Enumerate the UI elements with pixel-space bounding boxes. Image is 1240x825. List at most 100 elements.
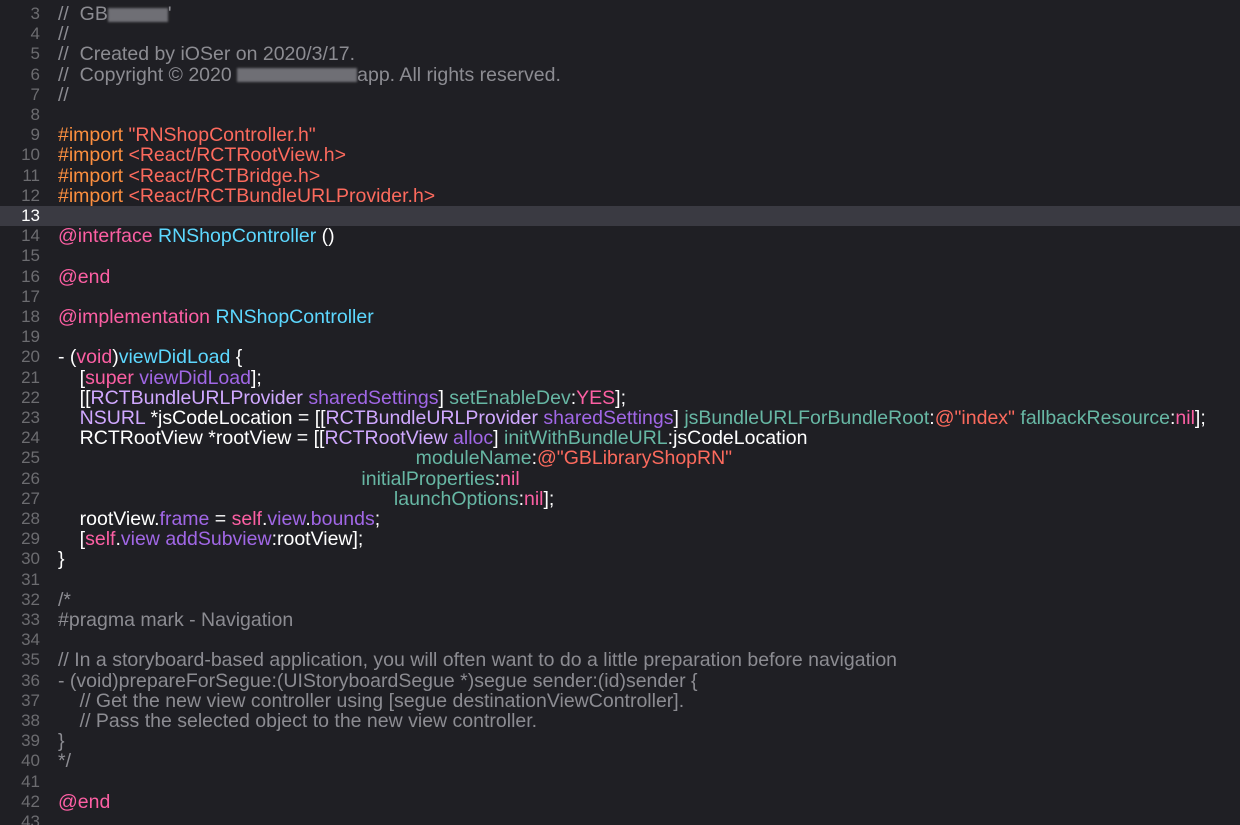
code-token: // Get the new view controller using [se…: [58, 689, 685, 712]
code-line-41[interactable]: 41: [0, 772, 1240, 792]
code-line-10[interactable]: 10 #import <React/RCTRootView.h>: [0, 145, 1240, 165]
code-text: #pragma mark - Navigation: [58, 610, 293, 630]
code-line-3[interactable]: 3 // GB ': [0, 4, 1240, 24]
line-number: 16: [21, 266, 40, 286]
code-line-9[interactable]: 9 #import "RNShopController.h": [0, 125, 1240, 145]
code-text: moduleName:@"GBLibraryShopRN": [58, 447, 733, 470]
code-token: #import: [58, 124, 129, 147]
code-line-17[interactable]: 17: [0, 287, 1240, 307]
code-token: [[: [58, 386, 91, 409]
code-line-27[interactable]: 27 launchOptions:nil];: [0, 489, 1240, 509]
code-line-6[interactable]: 6 // Copyright © 2020 app. All rights res…: [0, 65, 1240, 85]
code-line-37[interactable]: 37 // Get the new view controller using …: [0, 691, 1240, 711]
code-line-33[interactable]: 33 #pragma mark - Navigation: [0, 610, 1240, 630]
code-text: - (void)viewDidLoad {: [58, 347, 242, 367]
code-line-28[interactable]: 28 rootView.frame = self.view.bounds;: [0, 509, 1240, 529]
code-line-34[interactable]: 34: [0, 630, 1240, 650]
code-token: RNShopController: [215, 306, 374, 328]
code-token: self: [231, 508, 262, 530]
code-token: ;: [374, 508, 381, 530]
code-token: void: [76, 346, 113, 369]
line-number: 13: [21, 206, 40, 225]
code-text: */: [58, 751, 71, 771]
code-line-12[interactable]: 12 #import <React/RCTBundleURLProvider.h>: [0, 186, 1240, 206]
code-line-29[interactable]: 29 [self.view addSubview:rootView];: [0, 529, 1240, 549]
code-line-16[interactable]: 16 @end: [0, 267, 1240, 287]
code-line-23[interactable]: 23 NSURL *jsCodeLocation = [[RCTBundleUR…: [0, 408, 1240, 428]
line-number: 10: [21, 145, 40, 165]
code-line-8[interactable]: 8: [0, 105, 1240, 125]
code-line-32[interactable]: 32 /*: [0, 590, 1240, 610]
code-line-31[interactable]: 31: [0, 570, 1240, 590]
code-line-30[interactable]: 30}: [0, 549, 1240, 569]
line-number: 19: [21, 327, 40, 347]
code-line-25[interactable]: 25 moduleName:@"GBLibraryShopRN": [0, 448, 1240, 468]
code-line-20[interactable]: 20 - (void)viewDidLoad {: [0, 347, 1240, 367]
code-line-7[interactable]: 7 //: [0, 85, 1240, 105]
code-line-19[interactable]: 19: [0, 327, 1240, 347]
code-token: @interface: [58, 225, 159, 248]
line-number: 22: [21, 387, 40, 407]
code-token: rootView.: [58, 508, 160, 530]
code-text: [[RCTBundleURLProvider sharedSettings] s…: [58, 388, 626, 408]
code-line-5[interactable]: 5 // Created by iOSer on 2020/3/17.: [0, 44, 1240, 64]
code-token: (): [316, 225, 335, 248]
line-number: 26: [21, 468, 40, 488]
code-line-4[interactable]: 4 //: [0, 24, 1240, 44]
code-line-24[interactable]: 24 RCTRootView *rootView = [[RCTRootView…: [0, 428, 1240, 448]
code-line-21[interactable]: 21 [super viewDidLoad];: [0, 368, 1240, 388]
code-line-38[interactable]: 38 // Pass the selected object to the ne…: [0, 711, 1240, 731]
line-number: 39: [21, 731, 40, 751]
code-line-36[interactable]: 36 - (void)prepareForSegue:(UIStoryboardS…: [0, 671, 1240, 691]
code-token: //: [58, 83, 69, 106]
code-line-15[interactable]: 15: [0, 246, 1240, 266]
code-token: self: [85, 528, 116, 551]
code-token: @"GBLibraryShopRN": [536, 447, 733, 470]
line-number: 33: [21, 610, 40, 629]
line-number: 18: [21, 307, 40, 326]
line-number: 8: [30, 105, 40, 124]
code-token: *jsCodeLocation = [[: [145, 407, 326, 429]
code-text: }: [58, 549, 65, 569]
code-token: :rootView];: [271, 528, 364, 551]
line-number: 30: [21, 549, 40, 569]
line-number: 3: [30, 4, 40, 23]
code-token: //: [58, 3, 80, 25]
code-line-14[interactable]: 14 @interface RNShopController (): [0, 226, 1240, 246]
code-line-22[interactable]: 22 [[RCTBundleURLProvider sharedSettings…: [0, 388, 1240, 408]
line-number: 43: [21, 812, 40, 825]
redacted-text: [107, 7, 168, 22]
line-number: 14: [21, 226, 40, 246]
code-line-26[interactable]: 26 initialProperties:nil: [0, 469, 1240, 489]
code-text: - (void)prepareForSegue:(UIStoryboardSeg…: [58, 671, 698, 691]
code-editor[interactable]: 3 // GB ' 4 // 5 // Created by iOSer on 2020/3…: [0, 0, 1240, 825]
code-token: viewDidLoad: [139, 366, 251, 389]
line-number: 41: [21, 771, 40, 791]
code-line-39[interactable]: 39}: [0, 731, 1240, 751]
code-line-40[interactable]: 40 */: [0, 751, 1240, 771]
code-text: initialProperties:nil: [58, 469, 519, 489]
code-token: ];: [250, 366, 262, 389]
code-token: }: [58, 730, 65, 753]
code-text: RCTRootView *rootView = [[RCTRootView al…: [58, 428, 808, 448]
line-number: 38: [21, 711, 40, 730]
line-number: 12: [21, 185, 40, 205]
line-number: 27: [21, 488, 40, 508]
code-text: #import <React/RCTRootView.h>: [58, 145, 346, 165]
code-token: @end: [58, 790, 111, 813]
code-token: // In a storyboard-based application, yo…: [58, 649, 898, 672]
code-token: "RNShopController.h": [128, 124, 316, 147]
code-token: ];: [615, 386, 627, 409]
code-line-18[interactable]: 18 @implementation RNShopController: [0, 307, 1240, 327]
code-text: launchOptions:nil];: [58, 489, 554, 509]
code-line-43[interactable]: 43: [0, 812, 1240, 825]
code-line-42[interactable]: 42 @end: [0, 792, 1240, 812]
code-text: // Created by iOSer on 2020/3/17.: [58, 44, 355, 64]
code-line-35[interactable]: 35 // In a storyboard-based application, …: [0, 650, 1240, 670]
code-line-13[interactable]: 13: [0, 206, 1240, 226]
code-line-11[interactable]: 11 #import <React/RCTBridge.h>: [0, 166, 1240, 186]
code-text: // Copyright © 2020 app. All rights rese…: [58, 65, 561, 85]
code-token: view: [267, 508, 306, 530]
code-token: */: [58, 750, 72, 773]
